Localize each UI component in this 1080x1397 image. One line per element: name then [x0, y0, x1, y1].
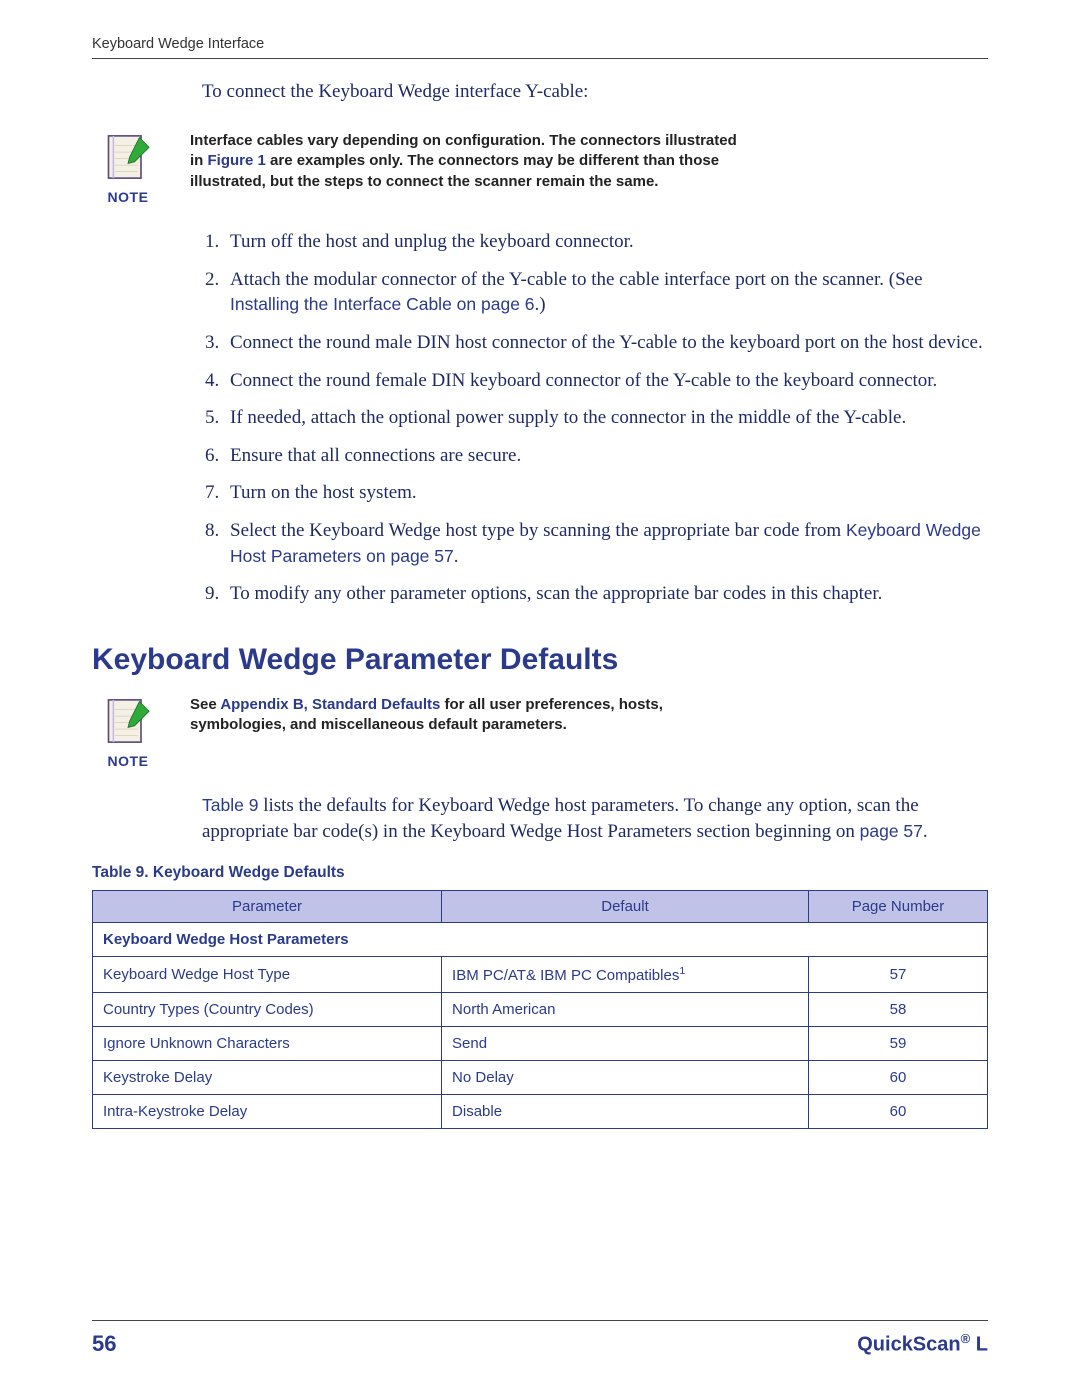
table-header-row: Parameter Default Page Number [93, 891, 988, 923]
step-text: Attach the modular connector of the Y-ca… [230, 269, 923, 290]
step-text: .) [535, 294, 546, 315]
footnote-sup: 1 [679, 965, 685, 977]
step-item: Select the Keyboard Wedge host type by s… [224, 518, 988, 569]
cell-param: Keystroke Delay [93, 1061, 442, 1095]
installing-cable-link[interactable]: Installing the Interface Cable on page 6 [230, 294, 535, 314]
note-label: NOTE [108, 753, 149, 769]
table-row: Keyboard Wedge Host Type IBM PC/AT& IBM … [93, 957, 988, 993]
step-item: Connect the round female DIN keyboard co… [224, 368, 988, 394]
step-text: Select the Keyboard Wedge host type by s… [230, 520, 846, 541]
cell-default: Disable [442, 1095, 809, 1129]
cell-param: Country Types (Country Codes) [93, 993, 442, 1027]
page-footer: 56 QuickScan® L [92, 1320, 988, 1357]
cell-page-link[interactable]: 59 [808, 1027, 987, 1061]
product-name: QuickScan® L [857, 1331, 988, 1357]
body-text: lists the defaults for Keyboard Wedge ho… [202, 795, 919, 842]
note-icon [102, 131, 154, 183]
running-head: Keyboard Wedge Interface [92, 36, 988, 59]
table-section-cell: Keyboard Wedge Host Parameters [93, 923, 988, 957]
product-name-part-b: L [970, 1334, 988, 1356]
step-item: Turn on the host system. [224, 480, 988, 506]
cell-default: IBM PC/AT& IBM PC Compatibles1 [442, 957, 809, 993]
table-row: Keystroke Delay No Delay 60 [93, 1061, 988, 1095]
figure-link[interactable]: Figure 1 [208, 152, 266, 169]
step-text: . [454, 546, 459, 567]
cell-default: North American [442, 993, 809, 1027]
page: Keyboard Wedge Interface To connect the … [0, 0, 1080, 1397]
step-item: Ensure that all connections are secure. [224, 443, 988, 469]
step-item: To modify any other parameter options, s… [224, 581, 988, 607]
section-heading: Keyboard Wedge Parameter Defaults [92, 643, 988, 677]
page-number: 56 [92, 1331, 116, 1357]
table-row: Country Types (Country Codes) North Amer… [93, 993, 988, 1027]
step-item: Connect the round male DIN host connecto… [224, 330, 988, 356]
col-header-parameter: Parameter [93, 891, 442, 923]
note-text-part-a: See [190, 696, 220, 713]
table-ref-link[interactable]: Table 9 [202, 795, 258, 815]
col-header-page: Page Number [808, 891, 987, 923]
note-text: See Appendix B, Standard Defaults for al… [190, 695, 750, 736]
step-item: Attach the modular connector of the Y-ca… [224, 267, 988, 318]
table-row: Intra-Keystroke Delay Disable 60 [93, 1095, 988, 1129]
page-ref-link[interactable]: page 57 [860, 821, 923, 841]
cell-page-link[interactable]: 60 [808, 1061, 987, 1095]
cell-param: Keyboard Wedge Host Type [93, 957, 442, 993]
note-icon [102, 695, 154, 747]
step-item: If needed, attach the optional power sup… [224, 405, 988, 431]
table-row: Ignore Unknown Characters Send 59 [93, 1027, 988, 1061]
steps-list: Turn off the host and unplug the keyboar… [224, 229, 988, 607]
cell-param: Intra-Keystroke Delay [93, 1095, 442, 1129]
cell-page-link[interactable]: 60 [808, 1095, 987, 1129]
col-header-default: Default [442, 891, 809, 923]
cell-param: Ignore Unknown Characters [93, 1027, 442, 1061]
body-text: . [923, 821, 928, 842]
product-name-part-a: QuickScan [857, 1334, 960, 1356]
cell-default: Send [442, 1027, 809, 1061]
note-label: NOTE [108, 189, 149, 205]
body-paragraph: Table 9 lists the defaults for Keyboard … [202, 793, 962, 844]
cell-page-link[interactable]: 58 [808, 993, 987, 1027]
table-section-row: Keyboard Wedge Host Parameters [93, 923, 988, 957]
note-text: Interface cables vary depending on confi… [190, 131, 750, 192]
note-block: NOTE See Appendix B, Standard Defaults f… [92, 695, 988, 769]
cell-default: No Delay [442, 1061, 809, 1095]
note-text-part-b: are examples only. The connectors may be… [190, 152, 719, 189]
step-item: Turn off the host and unplug the keyboar… [224, 229, 988, 255]
appendix-link[interactable]: Appendix B, Standard Defaults [220, 696, 440, 713]
note-block: NOTE Interface cables vary depending on … [92, 131, 988, 205]
note-icon-column: NOTE [92, 695, 164, 769]
note-icon-column: NOTE [92, 131, 164, 205]
cell-default-text: IBM PC/AT& IBM PC Compatibles [452, 967, 679, 984]
cell-page-link[interactable]: 57 [808, 957, 987, 993]
registered-mark: ® [961, 1331, 971, 1346]
intro-text: To connect the Keyboard Wedge interface … [202, 81, 988, 103]
table-caption: Table 9. Keyboard Wedge Defaults [92, 864, 988, 882]
defaults-table: Parameter Default Page Number Keyboard W… [92, 890, 988, 1129]
